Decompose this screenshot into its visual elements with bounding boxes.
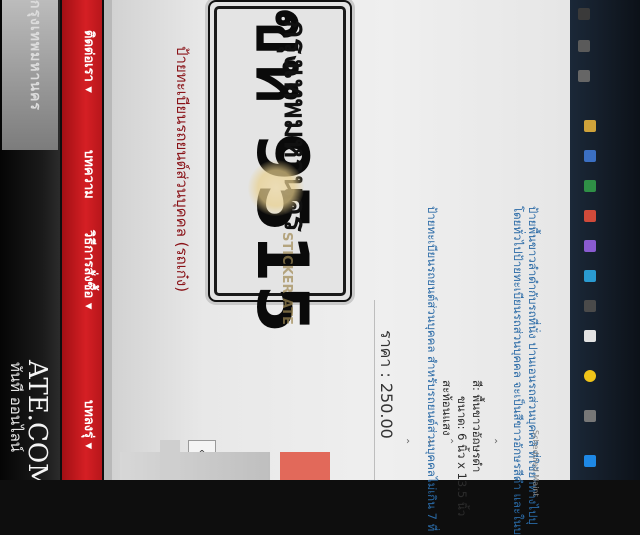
app-icon[interactable] — [584, 330, 596, 342]
bullet-icon: › — [428, 436, 432, 447]
bullet-icon: › — [406, 436, 410, 447]
nav-item-articles[interactable]: บทความ — [79, 150, 100, 199]
app-icon[interactable] — [584, 240, 596, 252]
product-price: ราคา : 250.00 — [377, 330, 396, 439]
banner-sign-text: กรุงเทพมหานคร — [27, 0, 43, 111]
nav-item-how-to-order[interactable]: วิธีการสั่งซื้อ ▾ — [79, 230, 100, 309]
app-icon[interactable] — [584, 270, 596, 282]
nav-divider — [104, 0, 112, 480]
nav-item-4[interactable]: บทลงรุ่ ▾ — [79, 400, 100, 449]
browser-icon[interactable] — [584, 150, 596, 162]
start-icon[interactable] — [584, 455, 596, 467]
watermark-logo-icon — [248, 160, 304, 216]
clock-icon[interactable] — [578, 8, 590, 20]
product-title: ป้ายทะเบียนรถยนต์ส่วนบุคคล (รถเก๋ง) — [173, 46, 191, 293]
app-icon[interactable] — [584, 180, 596, 192]
side-tab[interactable] — [160, 440, 180, 480]
bullet-icon: › — [494, 436, 498, 447]
bullet-icon: › — [450, 436, 454, 447]
detail-line-color: สี: พื้นขาวอักษรดำ — [470, 380, 484, 473]
detail-line-description: ป้ายทะเบียนรถยนต์ส่วนบุคคล สำหรับรถยนต์ส… — [425, 206, 439, 532]
chrome-icon[interactable] — [584, 370, 596, 382]
bottom-tab-grey[interactable] — [120, 452, 270, 480]
bullet-icon: › — [472, 436, 476, 447]
os-taskbar — [570, 0, 640, 480]
bottom-tab-red[interactable] — [280, 452, 330, 480]
app-icon[interactable] — [584, 410, 596, 422]
volume-icon[interactable] — [578, 70, 590, 82]
network-icon[interactable] — [578, 40, 590, 52]
site-banner: กรุงเทพมหานคร ATE.COM ทันที ออนไลน์ — [0, 0, 62, 480]
app-icon[interactable] — [584, 300, 596, 312]
watermark-text: STICKER ATE — [279, 232, 294, 325]
nav-item-contact[interactable]: ติดต่อเรา ▾ — [79, 30, 100, 93]
folder-icon[interactable] — [584, 120, 596, 132]
site-tagline: ทันที ออนไลน์ — [7, 362, 25, 453]
app-icon[interactable] — [584, 210, 596, 222]
taskbar-hint: Scheduled Maint — [531, 430, 540, 497]
